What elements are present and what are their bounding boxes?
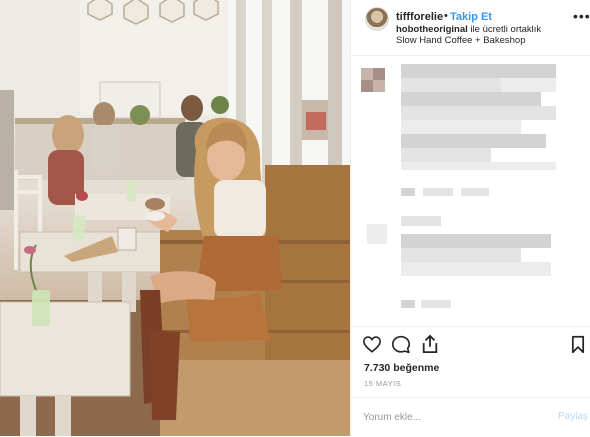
cafe-scene-illustration xyxy=(0,0,350,436)
post-actions: 7.730 beğenme 15 MAYIS Paylaş xyxy=(351,326,590,436)
more-horizontal-icon[interactable]: ••• xyxy=(573,8,590,24)
follow-button[interactable]: Takip Et xyxy=(450,11,492,23)
username-link[interactable]: tiffforelie xyxy=(396,11,443,23)
avatar[interactable] xyxy=(365,7,389,31)
post-sidebar: tiffforelie • Takip Et ••• hobotheorigin… xyxy=(350,0,590,436)
comment-icon[interactable] xyxy=(391,335,411,359)
post-header: tiffforelie • Takip Et ••• hobotheorigin… xyxy=(351,0,590,56)
post-photo[interactable] xyxy=(0,0,350,436)
comment-input[interactable] xyxy=(363,409,533,425)
share-icon[interactable] xyxy=(421,334,439,359)
blurred-comments xyxy=(351,56,590,326)
bookmark-icon[interactable] xyxy=(571,335,585,359)
separator-dot: • xyxy=(444,10,448,22)
partner-link[interactable]: hobotheoriginal xyxy=(396,24,468,35)
location-link[interactable]: Slow Hand Coffee + Bakeshop xyxy=(396,35,525,46)
likes-count[interactable]: 7.730 beğenme xyxy=(364,362,439,374)
heart-icon[interactable] xyxy=(362,335,382,358)
comment-bar: Paylaş xyxy=(351,397,590,437)
partnership-text: ile ücretli ortaklık xyxy=(467,24,542,35)
post-comment-button[interactable]: Paylaş xyxy=(558,411,588,422)
paid-partnership-label: hobotheoriginal ile ücretli ortaklık xyxy=(396,24,541,35)
post-date[interactable]: 15 MAYIS xyxy=(364,379,401,388)
